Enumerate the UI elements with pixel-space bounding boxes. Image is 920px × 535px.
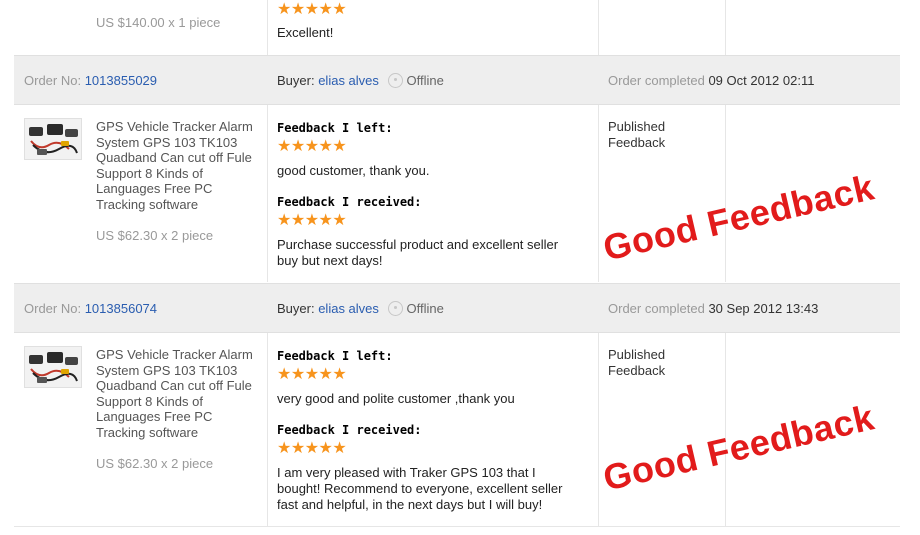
order-completed: Order completed 09 Oct 2012 02:11 (608, 73, 815, 88)
product-price: US $140.00 x 1 piece (96, 15, 221, 30)
rating-stars: ★★★★★ (277, 212, 347, 229)
buyer-name-link[interactable]: elias alves (318, 301, 379, 316)
feedback-left-heading: Feedback I left: (277, 349, 393, 363)
order-completed: Order completed 30 Sep 2012 13:43 (608, 301, 819, 316)
order-number: Order No: 1013855029 (24, 73, 158, 88)
feedback-left-text: good customer, thank you. (277, 163, 430, 178)
column-divider (598, 0, 599, 55)
product-thumbnail[interactable] (24, 346, 82, 388)
buyer-info: Buyer: elias alves Offline (277, 301, 444, 316)
product-title-link[interactable]: GPS Vehicle Tracker Alarm System GPS 103… (96, 119, 261, 212)
feedback-left-text: very good and polite customer ,thank you (277, 391, 515, 406)
product-price: US $62.30 x 2 piece (96, 456, 214, 471)
feedback-received-heading: Feedback I received: (277, 195, 422, 209)
offline-status-icon (387, 73, 403, 88)
column-divider (725, 0, 726, 55)
feedback-left-heading: Feedback I left: (277, 121, 393, 135)
product-thumbnail[interactable] (24, 118, 82, 160)
product-title-link[interactable]: GPS Vehicle Tracker Alarm System GPS 103… (96, 347, 261, 440)
feedback-status: Published Feedback (608, 347, 666, 378)
rating-stars: ★★★★★ (277, 366, 347, 383)
table-bottom-border (14, 526, 900, 527)
feedback-status: Published Feedback (608, 119, 666, 150)
buyer-name-link[interactable]: elias alves (318, 73, 379, 88)
order-header: Order No: 1013856074 Buyer: elias alves … (14, 283, 900, 333)
order-number: Order No: 1013856074 (24, 301, 158, 316)
feedback-text: Excellent! (277, 25, 334, 40)
column-divider (598, 332, 599, 526)
good-feedback-overlay: Good Feedback (599, 396, 878, 499)
good-feedback-overlay: Good Feedback (599, 166, 878, 269)
rating-stars: ★★★★★ (277, 1, 347, 18)
product-price: US $62.30 x 2 piece (96, 228, 214, 243)
column-divider (267, 0, 268, 55)
feedback-received-heading: Feedback I received: (277, 423, 422, 437)
column-divider (267, 104, 268, 282)
offline-status-icon (387, 301, 403, 316)
rating-stars: ★★★★★ (277, 440, 347, 457)
orders-table: US $140.00 x 1 piece ★★★★★ Excellent! Or… (14, 0, 900, 535)
rating-stars: ★★★★★ (277, 138, 347, 155)
feedback-received-text: Purchase successful product and excellen… (277, 237, 559, 268)
buyer-info: Buyer: elias alves Offline (277, 73, 444, 88)
column-divider (267, 332, 268, 526)
order-number-link[interactable]: 1013855029 (85, 73, 157, 88)
feedback-received-text: I am very pleased with Traker GPS 103 th… (277, 465, 563, 512)
column-divider (725, 104, 726, 282)
order-header: Order No: 1013855029 Buyer: elias alves … (14, 55, 900, 105)
column-divider (598, 104, 599, 282)
order-number-link[interactable]: 1013856074 (85, 301, 157, 316)
